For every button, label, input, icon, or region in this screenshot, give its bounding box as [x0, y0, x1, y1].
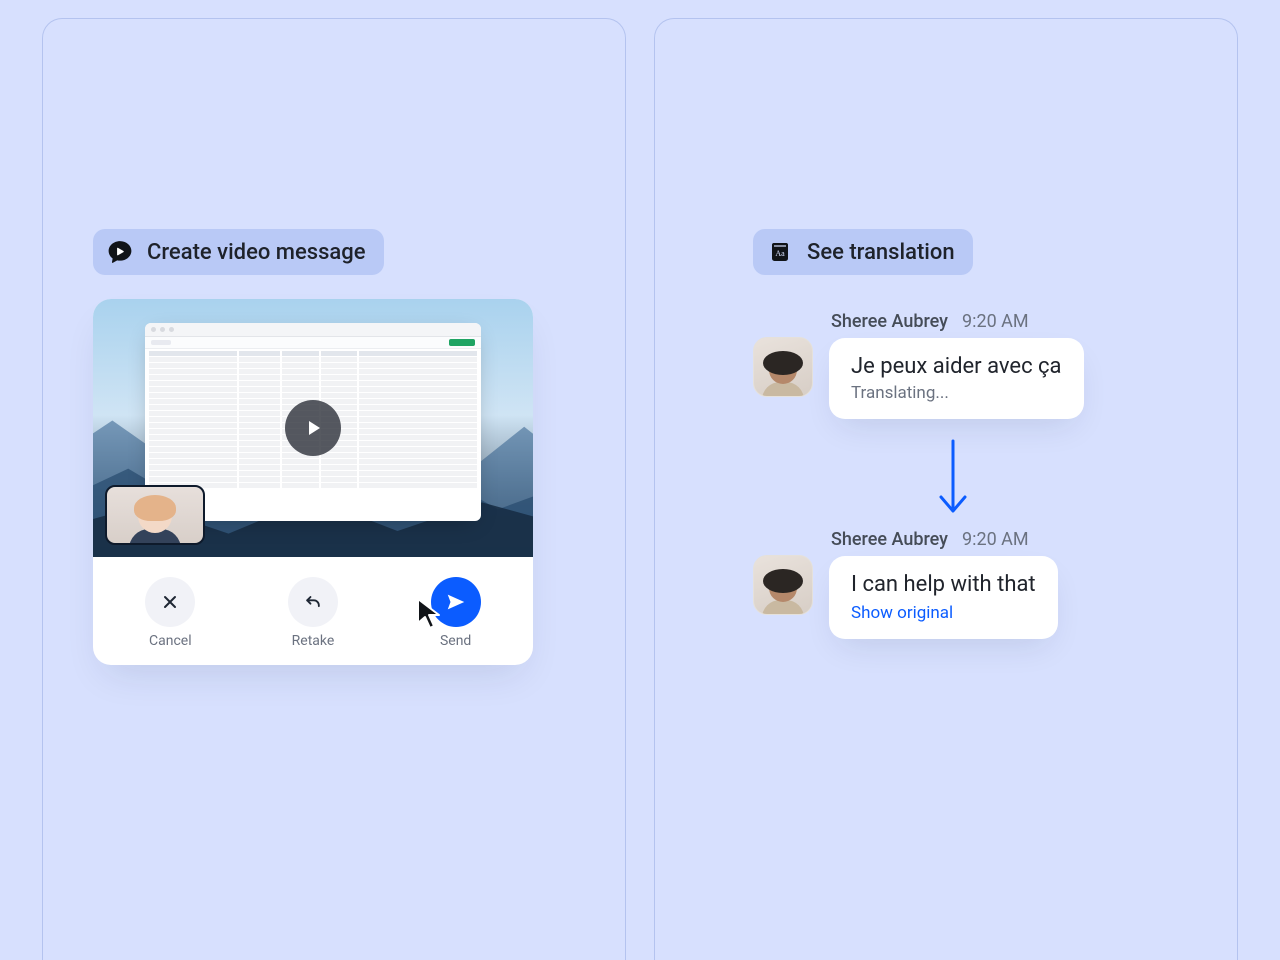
- cancel-button[interactable]: [145, 577, 195, 627]
- panel-create-video: Create video message: [42, 18, 626, 960]
- message-text: Je peux aider avec ça: [851, 354, 1062, 379]
- svg-text:Aa: Aa: [775, 249, 785, 258]
- arrow-down-icon: [935, 437, 971, 519]
- feature-pill-create-video: Create video message: [93, 229, 384, 275]
- video-bubble-icon: [107, 239, 133, 265]
- message-header: Sheree Aubrey 9:20 AM: [829, 311, 1153, 332]
- send-label: Send: [440, 633, 471, 649]
- document-toolbar: [145, 337, 481, 349]
- message-time: 9:20 AM: [962, 311, 1029, 332]
- self-camera-thumbnail: [105, 485, 205, 545]
- chat-message-translated: Sheree Aubrey 9:20 AM I can help with th…: [753, 529, 1153, 639]
- retake-button[interactable]: [288, 577, 338, 627]
- translation-example: Sheree Aubrey 9:20 AM Je peux aider avec…: [753, 311, 1153, 639]
- video-preview-area[interactable]: [93, 299, 533, 557]
- share-button-icon: [449, 339, 475, 346]
- avatar: [753, 337, 813, 397]
- cancel-label: Cancel: [149, 633, 192, 649]
- send-button[interactable]: [431, 577, 481, 627]
- pill-label: Create video message: [147, 240, 366, 265]
- author-name: Sheree Aubrey: [831, 311, 948, 332]
- chat-message-original: Sheree Aubrey 9:20 AM Je peux aider avec…: [753, 311, 1153, 419]
- video-message-card: Cancel Retake Send: [93, 299, 533, 665]
- author-name: Sheree Aubrey: [831, 529, 948, 550]
- dictionary-icon: Aa: [767, 239, 793, 265]
- translating-status: Translating...: [851, 383, 1062, 403]
- send-icon: [445, 591, 467, 613]
- message-header: Sheree Aubrey 9:20 AM: [829, 529, 1153, 550]
- message-text: I can help with that: [851, 572, 1036, 597]
- pill-label: See translation: [807, 240, 955, 265]
- feature-pill-translation: Aa See translation: [753, 229, 973, 275]
- avatar: [753, 555, 813, 615]
- play-icon[interactable]: [285, 400, 341, 456]
- message-bubble: I can help with that Show original: [829, 556, 1058, 639]
- panel-see-translation: Aa See translation Sheree Aubre: [654, 18, 1238, 960]
- message-time: 9:20 AM: [962, 529, 1029, 550]
- retake-label: Retake: [292, 633, 335, 649]
- window-titlebar: [145, 323, 481, 337]
- show-original-link[interactable]: Show original: [851, 603, 1036, 623]
- video-actions-bar: Cancel Retake Send: [93, 557, 533, 665]
- message-bubble: Je peux aider avec ça Translating...: [829, 338, 1084, 419]
- close-icon: [160, 592, 180, 612]
- undo-icon: [303, 592, 323, 612]
